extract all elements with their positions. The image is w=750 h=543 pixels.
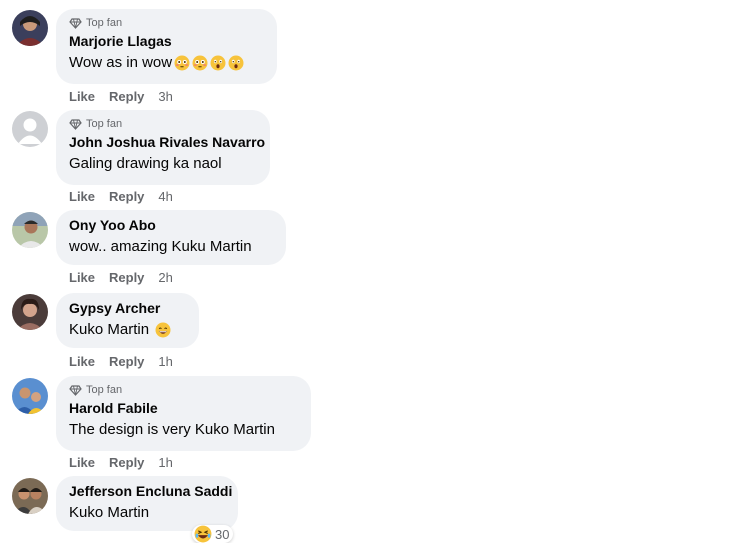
top-fan-badge: Top fan: [69, 16, 264, 30]
comment-timestamp[interactable]: 1h: [158, 455, 172, 470]
comment-timestamp[interactable]: 2h: [158, 270, 172, 285]
laughing-face-emoji: [194, 525, 212, 543]
comment-author[interactable]: Marjorie Llagas: [69, 33, 264, 50]
comment-author[interactable]: Harold Fabile: [69, 400, 298, 417]
comment-bubble: Jefferson Encluna Saddi Kuko Martin: [56, 476, 238, 531]
comment-text-body: The design is very Kuko Martin: [69, 421, 275, 438]
comment-text-body: Kuko Martin: [69, 321, 154, 338]
top-fan-label: Top fan: [86, 17, 123, 29]
reaction-count[interactable]: 30: [192, 525, 234, 543]
avatar[interactable]: [12, 111, 48, 147]
comment-text-body: Kuko Martin: [69, 504, 150, 521]
comment-bubble: Ony Yoo Abo wow.. amazing Kuku Martin: [56, 210, 286, 265]
flushed-face-emoji: [192, 55, 208, 71]
avatar[interactable]: [12, 212, 48, 248]
comment-text: wow.. amazing Kuku Martin: [69, 237, 273, 257]
like-button[interactable]: Like: [69, 354, 95, 369]
comment-text: Wow as in wow: [69, 53, 264, 73]
comment-text: The design is very Kuko Martin: [69, 420, 298, 440]
comment-actions: Like Reply 3h: [69, 88, 173, 104]
comment-text-body: wow.. amazing Kuku Martin: [69, 238, 252, 255]
diamond-icon: [69, 384, 82, 396]
comment-author[interactable]: Ony Yoo Abo: [69, 217, 273, 234]
comment-bubble: Gypsy Archer Kuko Martin: [56, 293, 199, 348]
comment-author[interactable]: Jefferson Encluna Saddi: [69, 483, 232, 500]
comment-text: Galing drawing ka naol: [69, 154, 257, 174]
comment-timestamp[interactable]: 4h: [158, 189, 172, 204]
avatar[interactable]: [12, 378, 48, 414]
avatar[interactable]: [12, 294, 48, 330]
like-button[interactable]: Like: [69, 89, 95, 104]
reply-button[interactable]: Reply: [109, 455, 144, 470]
comment-timestamp[interactable]: 1h: [158, 354, 172, 369]
top-fan-badge: Top fan: [69, 117, 257, 131]
comment-actions: Like Reply 1h: [69, 454, 173, 470]
comment-actions: Like Reply 4h: [69, 188, 173, 204]
comment-author[interactable]: Gypsy Archer: [69, 300, 186, 317]
comment-text-body: Wow as in wow: [69, 54, 173, 71]
like-button[interactable]: Like: [69, 189, 95, 204]
comment-text-body: Galing drawing ka naol: [69, 155, 222, 172]
comment-text: Kuko Martin: [69, 320, 186, 340]
reply-button[interactable]: Reply: [109, 354, 144, 369]
astonished-face-emoji: [228, 55, 244, 71]
diamond-icon: [69, 118, 82, 130]
grinning-face-emoji: [155, 322, 171, 338]
comment-actions: Like Reply 1h: [69, 353, 173, 369]
flushed-face-emoji: [174, 55, 190, 71]
avatar[interactable]: [12, 10, 48, 46]
reply-button[interactable]: Reply: [109, 89, 144, 104]
reply-button[interactable]: Reply: [109, 189, 144, 204]
avatar[interactable]: [12, 478, 48, 514]
diamond-icon: [69, 17, 82, 29]
comment-actions: Like Reply 2h: [69, 269, 173, 285]
comment-timestamp[interactable]: 3h: [158, 89, 172, 104]
comment-bubble: Top fan John Joshua Rivales Navarro Gali…: [56, 110, 270, 185]
reply-button[interactable]: Reply: [109, 270, 144, 285]
comment-bubble: Top fan Harold Fabile The design is very…: [56, 376, 311, 451]
top-fan-label: Top fan: [86, 118, 123, 130]
comment-author[interactable]: John Joshua Rivales Navarro: [69, 134, 265, 151]
reaction-count-value: 30: [215, 526, 230, 542]
astonished-face-emoji: [210, 55, 226, 71]
top-fan-badge: Top fan: [69, 383, 298, 397]
like-button[interactable]: Like: [69, 270, 95, 285]
comment-bubble: Top fan Marjorie Llagas Wow as in wow: [56, 9, 277, 84]
like-button[interactable]: Like: [69, 455, 95, 470]
comment-text: Kuko Martin: [69, 503, 225, 523]
top-fan-label: Top fan: [86, 384, 123, 396]
